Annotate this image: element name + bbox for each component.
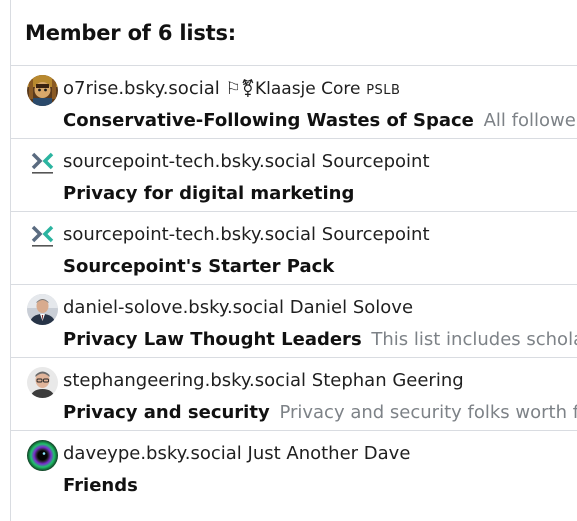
list-info: Privacy Law Thought Leaders This list in… <box>63 328 577 352</box>
list-description: This list includes scholar <box>371 329 577 350</box>
lists-panel: Member of 6 lists: o7rise.bsky.social ⚐⚧… <box>10 0 577 521</box>
list-name[interactable]: Privacy and security <box>63 402 270 423</box>
list-owner: stephangeering.bsky.social Stephan Geeri… <box>63 369 577 393</box>
list-info: Privacy for digital marketing <box>63 182 577 206</box>
list-item[interactable]: sourcepoint-tech.bsky.social Sourcepoint… <box>11 212 577 285</box>
lists-header: Member of 6 lists: <box>11 0 577 66</box>
list-item[interactable]: daveype.bsky.social Just Another Dave Fr… <box>11 431 577 504</box>
list-description: All followers <box>483 110 577 131</box>
list-info: Conservative-Following Wastes of Space A… <box>63 109 577 133</box>
list-name[interactable]: Conservative-Following Wastes of Space <box>63 110 474 131</box>
owner-display-name: Sourcepoint <box>321 151 430 172</box>
list-name[interactable]: Friends <box>63 475 138 496</box>
owner-handle[interactable]: stephangeering.bsky.social <box>63 370 306 391</box>
owner-handle[interactable]: daniel-solove.bsky.social <box>63 297 284 318</box>
sourcepoint-logo-avatar[interactable] <box>27 221 58 252</box>
list-owner: daniel-solove.bsky.social Daniel Solove <box>63 296 577 320</box>
owner-handle[interactable]: sourcepoint-tech.bsky.social <box>63 151 316 172</box>
owner-display-name: Sourcepoint <box>321 224 430 245</box>
list-item[interactable]: o7rise.bsky.social ⚐⚧Klaasje Core PSLB C… <box>11 66 577 139</box>
list-name[interactable]: Sourcepoint's Starter Pack <box>63 256 334 277</box>
o7rise-avatar[interactable] <box>27 75 58 106</box>
list-owner: o7rise.bsky.social ⚐⚧Klaasje Core PSLB <box>63 77 577 103</box>
stephan-geering-avatar[interactable] <box>27 367 58 398</box>
list-info: Friends <box>63 474 577 498</box>
owner-display-name: Stephan Geering <box>311 370 464 391</box>
list-item[interactable]: stephangeering.bsky.social Stephan Geeri… <box>11 358 577 431</box>
owner-display-name: Daniel Solove <box>289 297 414 318</box>
owner-handle[interactable]: daveype.bsky.social <box>63 443 242 464</box>
list-owner: daveype.bsky.social Just Another Dave <box>63 442 577 466</box>
list-name[interactable]: Privacy for digital marketing <box>63 183 354 204</box>
owner-display-suffix: PSLB <box>366 83 401 98</box>
owner-display-name: ⚐⚧Klaasje Core <box>225 79 361 99</box>
list-owner: sourcepoint-tech.bsky.social Sourcepoint <box>63 150 577 174</box>
list-info: Sourcepoint's Starter Pack <box>63 255 577 279</box>
list-name[interactable]: Privacy Law Thought Leaders <box>63 329 362 350</box>
daniel-solove-avatar[interactable] <box>27 294 58 325</box>
owner-handle[interactable]: sourcepoint-tech.bsky.social <box>63 224 316 245</box>
list-owner: sourcepoint-tech.bsky.social Sourcepoint <box>63 223 577 247</box>
owner-display-name: Just Another Dave <box>247 443 411 464</box>
list-item[interactable]: daniel-solove.bsky.social Daniel Solove … <box>11 285 577 358</box>
sourcepoint-logo-avatar[interactable] <box>27 148 58 179</box>
owner-handle[interactable]: o7rise.bsky.social <box>63 78 220 99</box>
list-info: Privacy and security Privacy and securit… <box>63 401 577 425</box>
list-description: Privacy and security folks worth fo <box>279 402 577 423</box>
daveype-avatar[interactable] <box>27 440 58 471</box>
lists-title: Member of 6 lists: <box>25 20 236 45</box>
list-item[interactable]: sourcepoint-tech.bsky.social Sourcepoint… <box>11 139 577 212</box>
